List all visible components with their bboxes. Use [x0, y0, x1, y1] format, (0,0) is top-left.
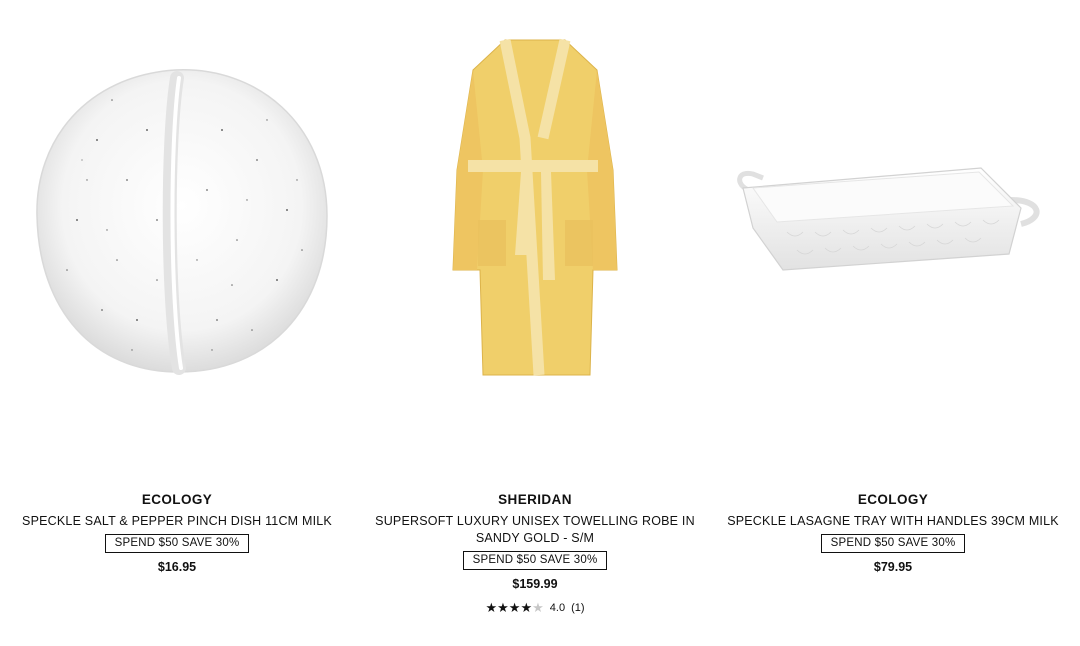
product-image[interactable]: [723, 20, 1063, 440]
product-card[interactable]: ECOLOGY SPECKLE SALT & PEPPER PINCH DISH…: [7, 0, 347, 646]
product-rating[interactable]: ★★★★★ 4.0 (1): [365, 600, 705, 616]
product-image[interactable]: [365, 20, 705, 440]
product-price: $159.99: [512, 577, 558, 591]
product-card[interactable]: ECOLOGY SPECKLE LASAGNE TRAY WITH HANDLE…: [723, 0, 1063, 646]
product-info: ECOLOGY SPECKLE LASAGNE TRAY WITH HANDLE…: [723, 492, 1063, 575]
star-filled-icon: ★: [508, 600, 521, 615]
product-card[interactable]: SHERIDAN SUPERSOFT LUXURY UNISEX TOWELLI…: [365, 0, 705, 646]
lasagne-tray-image: [737, 167, 1040, 271]
product-info: ECOLOGY SPECKLE SALT & PEPPER PINCH DISH…: [7, 492, 347, 575]
product-image[interactable]: [7, 20, 347, 440]
star-filled-icon: ★: [485, 600, 498, 615]
star-filled-icon: ★: [520, 600, 533, 615]
product-brand[interactable]: SHERIDAN: [365, 492, 705, 508]
rating-count: (1): [571, 602, 585, 614]
product-brand[interactable]: ECOLOGY: [723, 492, 1063, 508]
promo-badge: SPEND $50 SAVE 30%: [104, 534, 250, 553]
product-title[interactable]: SPECKLE SALT & PEPPER PINCH DISH 11CM MI…: [7, 513, 347, 530]
product-price: $79.95: [873, 560, 913, 574]
robe-image: [452, 38, 618, 376]
product-brand[interactable]: ECOLOGY: [7, 492, 347, 508]
promo-badge: SPEND $50 SAVE 30%: [462, 551, 608, 570]
promo-badge: SPEND $50 SAVE 30%: [820, 534, 966, 553]
product-title[interactable]: SPECKLE LASAGNE TRAY WITH HANDLES 39CM M…: [723, 513, 1063, 530]
product-grid: ECOLOGY SPECKLE SALT & PEPPER PINCH DISH…: [0, 0, 1080, 646]
rating-value: 4.0: [549, 602, 566, 614]
product-info: SHERIDAN SUPERSOFT LUXURY UNISEX TOWELLI…: [365, 492, 705, 616]
star-filled-icon: ★: [497, 600, 509, 615]
star-rating-icons: ★★★★★: [485, 600, 543, 616]
star-empty-icon: ★: [532, 600, 544, 615]
pinch-dish-image: [36, 69, 328, 375]
product-title[interactable]: SUPERSOFT LUXURY UNISEX TOWELLING ROBE I…: [365, 513, 705, 547]
product-price: $16.95: [157, 560, 197, 574]
